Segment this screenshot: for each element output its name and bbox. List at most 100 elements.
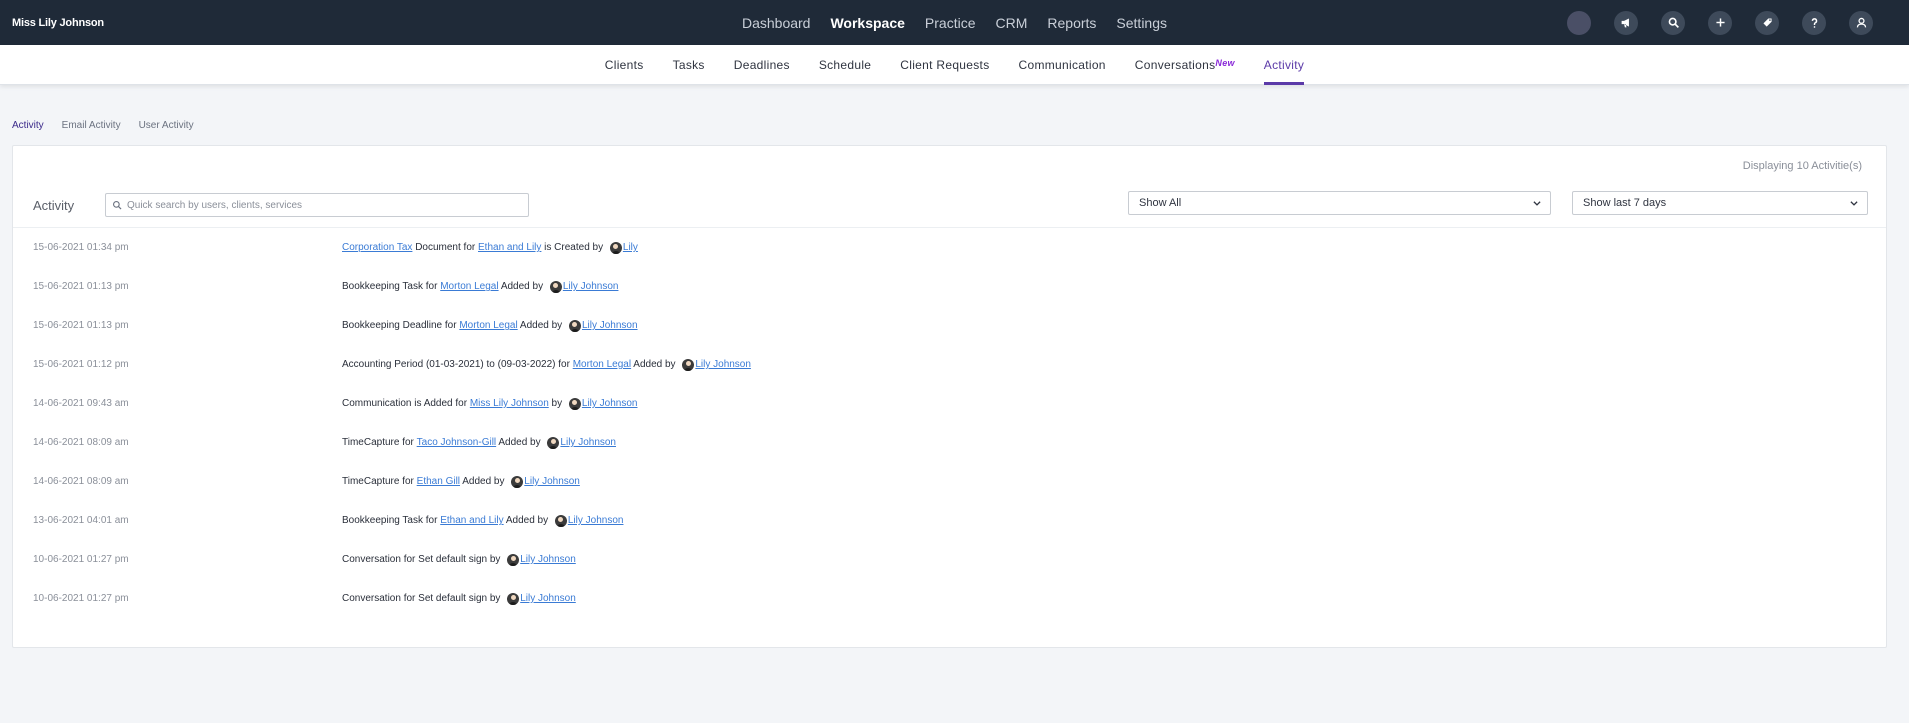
- activity-text: Conversation for Set default sign by: [342, 593, 504, 604]
- megaphone-icon[interactable]: [1614, 10, 1638, 35]
- activity-link[interactable]: Morton Legal: [440, 281, 498, 292]
- avatar-icon: [549, 280, 562, 293]
- activity-text: by: [548, 398, 565, 409]
- activity-link[interactable]: Lily Johnson: [563, 281, 619, 292]
- add-icon[interactable]: [1708, 10, 1732, 35]
- nav-dashboard[interactable]: Dashboard: [742, 15, 811, 31]
- nav-practice[interactable]: Practice: [925, 15, 976, 31]
- search-icon: [113, 201, 122, 210]
- activity-text: Added by: [517, 320, 565, 331]
- status-icon[interactable]: [1567, 10, 1591, 35]
- activity-timestamp: 13-06-2021 04:01 am: [33, 515, 129, 526]
- activity-toolbar: Activity Show All Show last 7 days: [13, 184, 1886, 228]
- activity-text: Document for: [412, 242, 479, 253]
- date-range-select[interactable]: Show last 7 days: [1572, 191, 1868, 215]
- activity-link[interactable]: Lily Johnson: [520, 554, 576, 565]
- activity-link[interactable]: Ethan Gill: [417, 476, 460, 487]
- activity-description: Conversation for Set default sign by Lil…: [342, 592, 576, 605]
- activity-description: Communication is Added for Miss Lily Joh…: [342, 397, 638, 410]
- activity-link[interactable]: Lily Johnson: [568, 515, 624, 526]
- activity-text: TimeCapture for: [342, 476, 417, 487]
- avatar-icon: [568, 319, 581, 332]
- tab-activity[interactable]: Activity: [1263, 45, 1305, 85]
- avatar-icon: [511, 475, 524, 488]
- sub-nav: Clients Tasks Deadlines Schedule Client …: [0, 45, 1909, 85]
- activity-timestamp: 15-06-2021 01:13 pm: [33, 281, 129, 292]
- date-range-value: Show last 7 days: [1583, 197, 1667, 209]
- activity-row: 14-06-2021 09:43 am Communication is Adde…: [13, 384, 1886, 423]
- activity-row: 10-06-2021 01:27 pm Conversation for Set …: [13, 579, 1886, 618]
- tag-icon[interactable]: [1755, 10, 1779, 35]
- nav-reports[interactable]: Reports: [1047, 15, 1096, 31]
- activity-description: TimeCapture for Taco Johnson-Gill Added …: [342, 436, 616, 449]
- tab-conversations-label: Conversations: [1134, 57, 1216, 72]
- user-name: Miss Lily Johnson: [12, 16, 104, 29]
- tab-clients[interactable]: Clients: [605, 45, 644, 85]
- avatar-icon: [682, 358, 695, 371]
- activity-link[interactable]: Lily Johnson: [524, 476, 580, 487]
- avatar-icon: [507, 592, 520, 605]
- activity-link[interactable]: Lily Johnson: [695, 359, 751, 370]
- activity-link[interactable]: Taco Johnson-Gill: [417, 437, 496, 448]
- tab-schedule[interactable]: Schedule: [819, 45, 871, 85]
- activity-link[interactable]: Ethan and Lily: [478, 242, 541, 253]
- nav-crm[interactable]: CRM: [996, 15, 1028, 31]
- activity-timestamp: 14-06-2021 09:43 am: [33, 398, 129, 409]
- activity-description: Bookkeeping Task for Ethan and Lily Adde…: [342, 514, 624, 527]
- new-badge: New: [1215, 57, 1235, 68]
- display-count: Displaying 10 Activitie(s): [1742, 160, 1862, 172]
- tab-client-requests[interactable]: Client Requests: [900, 45, 989, 85]
- activity-link[interactable]: Miss Lily Johnson: [470, 398, 549, 409]
- activity-text: Added by: [496, 437, 544, 448]
- nav-settings[interactable]: Settings: [1116, 15, 1167, 31]
- activity-text: Added by: [631, 359, 679, 370]
- top-bar: Miss Lily Johnson Dashboard Workspace Pr…: [0, 0, 1909, 45]
- activity-timestamp: 10-06-2021 01:27 pm: [33, 554, 129, 565]
- user-icon[interactable]: [1849, 10, 1873, 35]
- section-tab-user-activity[interactable]: User Activity: [139, 120, 194, 131]
- activity-link[interactable]: Lily Johnson: [520, 593, 576, 604]
- activity-text: TimeCapture for: [342, 437, 417, 448]
- activity-panel: Displaying 10 Activitie(s) Activity Show…: [12, 145, 1887, 648]
- tab-deadlines[interactable]: Deadlines: [734, 45, 790, 85]
- activity-link[interactable]: Morton Legal: [459, 320, 517, 331]
- activity-row: 15-06-2021 01:13 pm Bookkeeping Task for …: [13, 267, 1886, 306]
- activity-timestamp: 15-06-2021 01:13 pm: [33, 320, 129, 331]
- activity-link[interactable]: Ethan and Lily: [440, 515, 503, 526]
- nav-workspace[interactable]: Workspace: [830, 15, 904, 31]
- tab-communication[interactable]: Communication: [1019, 45, 1106, 85]
- activity-text: Bookkeeping Task for: [342, 281, 441, 292]
- avatar-icon: [547, 436, 560, 449]
- tab-tasks[interactable]: Tasks: [673, 45, 705, 85]
- activity-text: Communication is Added for: [342, 398, 470, 409]
- activity-filter-select[interactable]: Show All: [1128, 191, 1551, 215]
- activity-link[interactable]: Lily Johnson: [582, 398, 638, 409]
- activity-text: Conversation for Set default sign by: [342, 554, 504, 565]
- tab-conversations[interactable]: ConversationsNew: [1135, 45, 1235, 85]
- activity-link[interactable]: Corporation Tax: [342, 242, 412, 253]
- avatar-icon: [568, 397, 581, 410]
- activity-row: 14-06-2021 08:09 am TimeCapture for Taco …: [13, 423, 1886, 462]
- chevron-down-icon: [1850, 201, 1858, 206]
- activity-link[interactable]: Morton Legal: [573, 359, 631, 370]
- activity-link[interactable]: Lily: [623, 242, 638, 253]
- activity-timestamp: 14-06-2021 08:09 am: [33, 476, 129, 487]
- activity-row: 13-06-2021 04:01 am Bookkeeping Task for …: [13, 501, 1886, 540]
- search-icon[interactable]: [1661, 10, 1685, 35]
- activity-timestamp: 15-06-2021 01:34 pm: [33, 242, 129, 253]
- activity-row: 15-06-2021 01:12 pm Accounting Period (01…: [13, 345, 1886, 384]
- activity-list: 15-06-2021 01:34 pm Corporation Tax Docum…: [13, 228, 1886, 618]
- avatar-icon: [554, 514, 567, 527]
- activity-text: Accounting Period (01-03-2021) to (09-03…: [342, 359, 573, 370]
- activity-timestamp: 10-06-2021 01:27 pm: [33, 593, 129, 604]
- section-tab-email-activity[interactable]: Email Activity: [62, 120, 121, 131]
- help-icon[interactable]: [1802, 10, 1826, 35]
- activity-link[interactable]: Lily Johnson: [582, 320, 638, 331]
- activity-row: 10-06-2021 01:27 pm Conversation for Set …: [13, 540, 1886, 579]
- activity-link[interactable]: Lily Johnson: [560, 437, 616, 448]
- section-tab-activity[interactable]: Activity: [12, 120, 44, 131]
- activity-text: Bookkeeping Task for: [342, 515, 441, 526]
- activity-description: TimeCapture for Ethan Gill Added by Lily…: [342, 475, 580, 488]
- search-input[interactable]: [127, 199, 507, 211]
- section-tabs: Activity Email Activity User Activity: [0, 118, 1909, 132]
